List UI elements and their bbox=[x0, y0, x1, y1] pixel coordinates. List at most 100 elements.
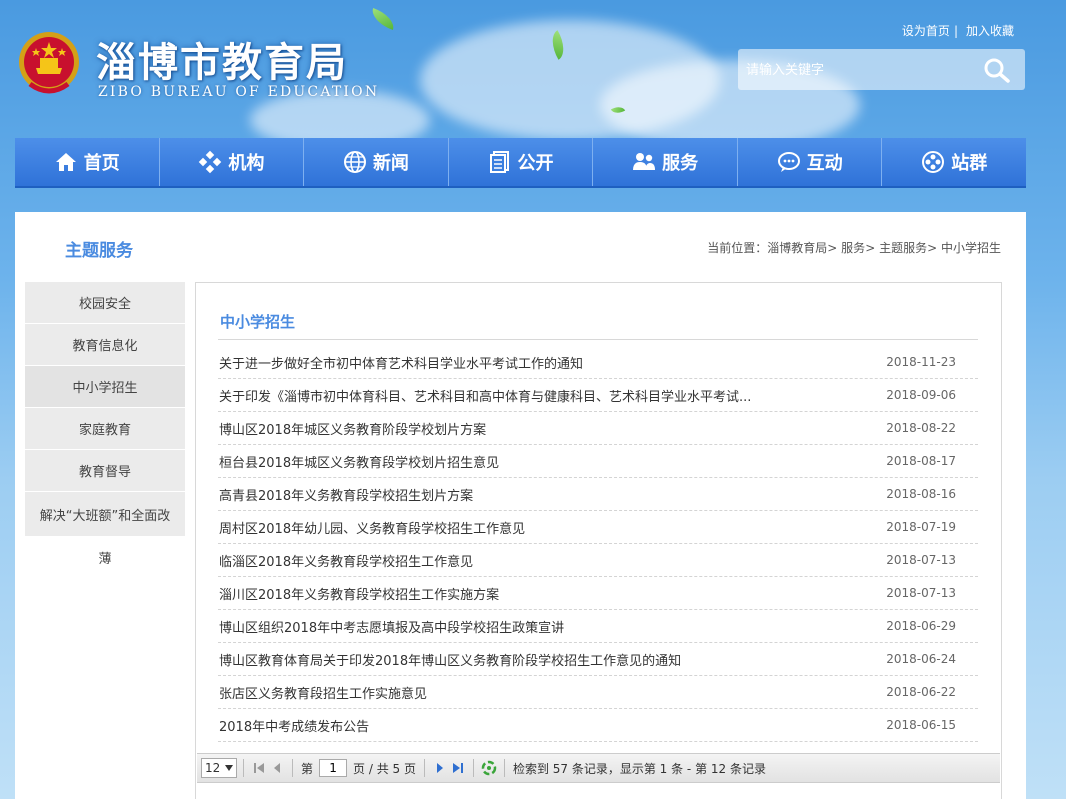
article-title[interactable]: 博山区2018年城区义务教育阶段学校划片方案 bbox=[218, 419, 486, 438]
article-date: 2018-09-06 bbox=[886, 388, 956, 402]
top-links: 设为首页 | 加入收藏 bbox=[902, 22, 1014, 39]
article-title[interactable]: 博山区组织2018年中考志愿填报及高中段学校招生政策宣讲 bbox=[218, 617, 564, 636]
list-item[interactable]: 淄川区2018年义务教育段学校招生工作实施方案 2018-07-13 bbox=[218, 577, 978, 610]
breadcrumb-item[interactable]: 主题服务 bbox=[879, 241, 927, 255]
divider bbox=[292, 759, 293, 777]
globe-icon bbox=[343, 151, 366, 173]
sidebar-item-edu-it[interactable]: 教育信息化 bbox=[25, 324, 185, 366]
add-favorite-link[interactable]: 加入收藏 bbox=[966, 24, 1014, 38]
list-item[interactable]: 高青县2018年义务教育段学校招生划片方案 2018-08-16 bbox=[218, 478, 978, 511]
list-item[interactable]: 张店区义务教育段招生工作实施意见 2018-06-22 bbox=[218, 676, 978, 709]
first-page-icon bbox=[254, 763, 264, 773]
sidebar-item-admissions[interactable]: 中小学招生 bbox=[25, 366, 185, 408]
users-icon bbox=[633, 153, 656, 170]
list-item[interactable]: 周村区2018年幼儿园、义务教育段学校招生工作意见 2018-07-19 bbox=[218, 511, 978, 544]
article-date: 2018-06-24 bbox=[886, 652, 956, 666]
page-label: 第 bbox=[301, 761, 314, 776]
prev-page-button[interactable] bbox=[268, 759, 286, 777]
last-page-icon bbox=[452, 763, 463, 773]
article-title[interactable]: 周村区2018年幼儿园、义务教育段学校招生工作意见 bbox=[218, 518, 525, 537]
article-title[interactable]: 关于印发《淄博市初中体育科目、艺术科目和高中体育与健康科目、艺术科目学业水平考试… bbox=[218, 386, 751, 405]
site-title: 淄博市教育局 bbox=[96, 40, 348, 86]
refresh-button[interactable] bbox=[480, 759, 498, 777]
article-title[interactable]: 关于进一步做好全市初中体育艺术科目学业水平考试工作的通知 bbox=[218, 353, 583, 372]
sidebar-item-label: 解决“大班额”和全面改 bbox=[25, 492, 185, 536]
home-icon bbox=[55, 153, 76, 171]
sidebar-item-campus-safety[interactable]: 校园安全 bbox=[25, 282, 185, 324]
list-item[interactable]: 博山区2018年城区义务教育阶段学校划片方案 2018-08-22 bbox=[218, 412, 978, 445]
pagination-bar: 12 第 页 / 共 5 页 bbox=[197, 753, 1000, 783]
page-size-select[interactable]: 12 bbox=[201, 758, 237, 778]
list-item[interactable]: 关于印发《淄博市初中体育科目、艺术科目和高中体育与健康科目、艺术科目学业水平考试… bbox=[218, 379, 978, 412]
breadcrumb-sep: > bbox=[927, 241, 938, 255]
nav-item-home[interactable]: 首页 bbox=[15, 138, 160, 186]
nav-item-interact[interactable]: 互动 bbox=[738, 138, 883, 186]
article-date: 2018-08-16 bbox=[886, 487, 956, 501]
breadcrumb-item[interactable]: 中小学招生 bbox=[941, 241, 1001, 255]
article-title[interactable]: 博山区教育体育局关于印发2018年博山区义务教育阶段学校招生工作意见的通知 bbox=[218, 650, 681, 669]
list-item[interactable]: 2018年中考成绩发布公告 2018-06-15 bbox=[218, 709, 978, 742]
list-item[interactable]: 临淄区2018年义务教育段学校招生工作意见 2018-07-13 bbox=[218, 544, 978, 577]
next-page-button[interactable] bbox=[431, 759, 449, 777]
list-item[interactable]: 博山区组织2018年中考志愿填报及高中段学校招生政策宣讲 2018-06-29 bbox=[218, 610, 978, 643]
set-homepage-link[interactable]: 设为首页 bbox=[902, 24, 950, 38]
article-title[interactable]: 2018年中考成绩发布公告 bbox=[218, 716, 369, 735]
divider bbox=[472, 759, 474, 777]
cluster-icon bbox=[922, 151, 945, 173]
breadcrumb-item[interactable]: 服务 bbox=[841, 241, 865, 255]
page-size-value: 12 bbox=[205, 761, 221, 775]
article-date: 2018-07-13 bbox=[886, 586, 956, 600]
article-date: 2018-11-23 bbox=[886, 355, 956, 369]
divider: | bbox=[953, 24, 958, 38]
article-title[interactable]: 临淄区2018年义务教育段学校招生工作意见 bbox=[218, 551, 473, 570]
section-title: 主题服务 bbox=[65, 241, 133, 261]
breadcrumb-prefix: 当前位置： bbox=[707, 241, 768, 255]
page-number-input[interactable] bbox=[319, 759, 348, 777]
article-title[interactable]: 桓台县2018年城区义务教育段学校划片招生意见 bbox=[218, 452, 499, 471]
nav-item-public[interactable]: 公开 bbox=[449, 138, 594, 186]
article-title[interactable]: 高青县2018年义务教育段学校招生划片方案 bbox=[218, 485, 473, 504]
divider bbox=[243, 759, 244, 777]
divider bbox=[218, 339, 978, 340]
sidebar-item-large-class[interactable]: 解决“大班额”和全面改 薄 bbox=[25, 492, 185, 579]
nav-item-service[interactable]: 服务 bbox=[593, 138, 738, 186]
article-title[interactable]: 张店区义务教育段招生工作实施意见 bbox=[218, 683, 427, 702]
sidebar-item-label-cont: 薄 bbox=[25, 536, 185, 578]
list-item[interactable]: 关于进一步做好全市初中体育艺术科目学业水平考试工作的通知 2018-11-23 bbox=[218, 346, 978, 379]
nav-label: 站群 bbox=[951, 153, 988, 174]
divider bbox=[503, 759, 505, 777]
content-box: 中小学招生 关于进一步做好全市初中体育艺术科目学业水平考试工作的通知 2018-1… bbox=[195, 282, 1002, 799]
article-date: 2018-06-29 bbox=[886, 619, 956, 633]
main-nav: 首页 机构 新闻 公开 服务 互动 站群 bbox=[15, 138, 1026, 188]
last-page-button[interactable] bbox=[449, 759, 467, 777]
nav-item-news[interactable]: 新闻 bbox=[304, 138, 449, 186]
nav-item-sites[interactable]: 站群 bbox=[882, 138, 1026, 186]
national-emblem-icon bbox=[19, 32, 79, 94]
nav-label: 互动 bbox=[806, 153, 843, 174]
breadcrumb-item[interactable]: 淄博教育局 bbox=[767, 241, 827, 255]
search-input[interactable] bbox=[746, 59, 976, 81]
site-header: 淄博市教育局 ZIBO BUREAU OF EDUCATION 设为首页 | 加入收… bbox=[0, 0, 1066, 138]
article-date: 2018-08-17 bbox=[886, 454, 956, 468]
nav-label: 服务 bbox=[662, 153, 699, 174]
page-total-label: 页 / 共 5 页 bbox=[353, 761, 416, 776]
site-subtitle: ZIBO BUREAU OF EDUCATION bbox=[98, 84, 380, 100]
main-panel: 主题服务 当前位置：淄博教育局> 服务> 主题服务> 中小学招生 校园安全 教育… bbox=[15, 212, 1026, 799]
list-item[interactable]: 桓台县2018年城区义务教育段学校划片招生意见 2018-08-17 bbox=[218, 445, 978, 478]
breadcrumb-sep: > bbox=[865, 241, 876, 255]
search-icon[interactable] bbox=[983, 57, 1011, 83]
article-date: 2018-07-19 bbox=[886, 520, 956, 534]
breadcrumb: 当前位置：淄博教育局> 服务> 主题服务> 中小学招生 bbox=[707, 239, 1001, 256]
list-item[interactable]: 博山区教育体育局关于印发2018年博山区义务教育阶段学校招生工作意见的通知 201… bbox=[218, 643, 978, 676]
article-date: 2018-06-22 bbox=[886, 685, 956, 699]
nav-label: 首页 bbox=[83, 153, 120, 174]
sidebar-item-family-edu[interactable]: 家庭教育 bbox=[25, 408, 185, 450]
first-page-button[interactable] bbox=[250, 759, 268, 777]
prev-page-icon bbox=[274, 763, 280, 773]
breadcrumb-sep: > bbox=[827, 241, 838, 255]
sidebar-item-supervision[interactable]: 教育督导 bbox=[25, 450, 185, 492]
nav-item-org[interactable]: 机构 bbox=[160, 138, 305, 186]
article-title[interactable]: 淄川区2018年义务教育段学校招生工作实施方案 bbox=[218, 584, 499, 603]
refresh-icon bbox=[481, 760, 497, 776]
nav-label: 新闻 bbox=[372, 153, 409, 174]
